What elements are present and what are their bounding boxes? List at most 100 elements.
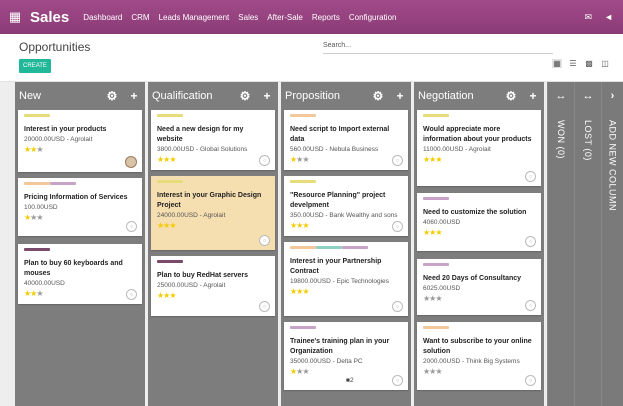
add-card-icon[interactable]: + — [522, 89, 544, 103]
graph-view-icon[interactable]: ▩ — [584, 59, 594, 68]
opportunity-card[interactable]: Plan to buy 60 keyboards and mouses 40000… — [18, 244, 142, 304]
app-title[interactable]: Sales — [30, 9, 69, 26]
priority-stars[interactable]: ★★★ — [423, 294, 535, 303]
folded-column[interactable]: ↔ WON (0) — [547, 82, 574, 406]
folded-column[interactable]: ↔ LOST (0) — [574, 82, 601, 406]
menu-after-sale[interactable]: After-Sale — [267, 13, 303, 22]
star-icon[interactable]: ★ — [302, 155, 309, 164]
menu-reports[interactable]: Reports — [312, 13, 340, 22]
opportunity-card[interactable]: Interest in your products 20000.00USD - A… — [18, 110, 142, 172]
add-column-icon[interactable]: › — [602, 90, 623, 102]
priority-stars[interactable]: ★★★ — [24, 289, 136, 298]
unassigned-avatar-icon: ○ — [525, 375, 536, 386]
star-icon[interactable]: ★ — [302, 367, 309, 376]
opportunity-card[interactable]: Need 20 Days of Consultancy 6025.00USD ★★★… — [417, 259, 541, 315]
opportunity-card[interactable]: "Resource Planning" project develpment 35… — [284, 176, 408, 236]
star-icon[interactable]: ★ — [169, 155, 176, 164]
opportunity-card[interactable]: Plan to buy RedHat servers 25000.00USD - … — [151, 256, 275, 316]
menu-configuration[interactable]: Configuration — [349, 13, 397, 22]
star-icon[interactable]: ★ — [36, 289, 43, 298]
priority-stars[interactable]: ★★★ — [157, 221, 269, 230]
color-tag — [290, 246, 316, 249]
expand-column-icon[interactable]: ↔ — [575, 90, 601, 102]
create-button[interactable]: CREATE — [19, 59, 51, 73]
card-subtitle: 40000.00USD — [24, 280, 65, 287]
gear-icon[interactable]: ⚙ — [500, 89, 522, 103]
star-icon[interactable]: ★ — [169, 221, 176, 230]
unassigned-avatar-icon: ○ — [259, 301, 270, 312]
add-card-icon[interactable]: + — [123, 89, 145, 103]
opportunity-card[interactable]: Need script to Import external data 560.0… — [284, 110, 408, 170]
priority-stars[interactable]: ★★★ — [423, 228, 535, 237]
menu-sales[interactable]: Sales — [238, 13, 258, 22]
mail-icon[interactable]: ✉ — [585, 12, 593, 23]
star-icon[interactable]: ★ — [302, 287, 309, 296]
tag-bar — [157, 260, 269, 271]
card-subtitle: 19800.00USD - Epic Technologies — [290, 278, 389, 285]
star-icon[interactable]: ★ — [302, 221, 309, 230]
unassigned-avatar-icon: ○ — [126, 221, 137, 232]
priority-stars[interactable]: ★★★ — [290, 287, 402, 296]
card-subtitle: 25000.00USD - Agrolait — [157, 282, 226, 289]
gear-icon[interactable]: ⚙ — [367, 89, 389, 103]
opportunity-card[interactable]: Pricing Information of Services 100.00USD… — [18, 178, 142, 236]
card-subtitle: 11000.00USD - Agrolait — [423, 146, 491, 153]
opportunity-card[interactable]: Need to customize the solution 4060.00USD… — [417, 193, 541, 251]
priority-stars[interactable]: ★★★ — [24, 145, 136, 154]
menu-leads-management[interactable]: Leads Management — [159, 13, 230, 22]
column-title[interactable]: Negotiation — [418, 90, 500, 102]
priority-stars[interactable]: ★★★ — [290, 367, 402, 376]
column-title[interactable]: Qualification — [152, 90, 234, 102]
priority-stars[interactable]: ★★★ — [24, 213, 136, 222]
kanban-board: New ⚙ + Interest in your products 20000.00US… — [0, 82, 623, 406]
opportunity-card[interactable]: Would appreciate more information about … — [417, 110, 541, 186]
gear-icon[interactable]: ⚙ — [101, 89, 123, 103]
card-subtitle: 3800.00USD - Global Solutions — [157, 146, 248, 153]
card-title: "Resource Planning" project develpment — [290, 192, 386, 209]
priority-stars[interactable]: ★★★ — [157, 291, 269, 300]
priority-stars[interactable]: ★★★ — [423, 155, 535, 164]
card-title: Want to subscribe to your online solutio… — [423, 338, 532, 355]
speaker-icon[interactable]: ◄ — [604, 12, 613, 23]
message-count: ■2 — [346, 377, 354, 384]
priority-stars[interactable]: ★★★ — [290, 221, 402, 230]
column-title[interactable]: Proposition — [285, 90, 367, 102]
opportunity-card[interactable]: Interest in your Partnership Contract 198… — [284, 242, 408, 316]
folded-column[interactable]: › ADD NEW COLUMN — [601, 82, 623, 406]
opportunity-card[interactable]: Need a new design for my website 3800.00U… — [151, 110, 275, 170]
folded-column-label: ADD NEW COLUMN — [607, 120, 618, 212]
tag-bar — [290, 114, 402, 125]
tag-bar — [24, 182, 136, 193]
star-icon[interactable]: ★ — [435, 294, 442, 303]
card-title: Trainee's training plan in your Organiza… — [290, 338, 390, 355]
expand-column-icon[interactable]: ↔ — [548, 90, 574, 102]
priority-stars[interactable]: ★★★ — [157, 155, 269, 164]
add-card-icon[interactable]: + — [256, 89, 278, 103]
gear-icon[interactable]: ⚙ — [234, 89, 256, 103]
apps-grid-icon[interactable]: ▦ — [0, 9, 30, 25]
column-title[interactable]: New — [19, 90, 101, 102]
star-icon[interactable]: ★ — [435, 228, 442, 237]
card-title: Plan to buy RedHat servers — [157, 272, 249, 279]
priority-stars[interactable]: ★★★ — [423, 367, 535, 376]
pivot-view-icon[interactable]: ◫ — [600, 59, 610, 68]
kanban-view-icon[interactable]: ▦ — [552, 59, 562, 68]
column-header: Negotiation ⚙ + — [414, 82, 544, 110]
opportunity-card[interactable]: Trainee's training plan in your Organiza… — [284, 322, 408, 390]
star-icon[interactable]: ★ — [435, 367, 442, 376]
opportunity-card[interactable]: Interest in your Graphic Design Project 2… — [151, 176, 275, 250]
add-card-icon[interactable]: + — [389, 89, 411, 103]
list-view-icon[interactable]: ☰ — [568, 59, 578, 68]
priority-stars[interactable]: ★★★ — [290, 155, 402, 164]
star-icon[interactable]: ★ — [169, 291, 176, 300]
search-input[interactable]: Search... — [323, 41, 553, 54]
tag-bar — [157, 114, 269, 125]
card-subtitle: 350.00USD - Bank Wealthy and sons — [290, 212, 398, 219]
star-icon[interactable]: ★ — [435, 155, 442, 164]
folded-column-label: LOST (0) — [583, 120, 593, 161]
menu-dashboard[interactable]: Dashboard — [83, 13, 122, 22]
star-icon[interactable]: ★ — [36, 213, 43, 222]
star-icon[interactable]: ★ — [36, 145, 43, 154]
menu-crm[interactable]: CRM — [131, 13, 149, 22]
opportunity-card[interactable]: Want to subscribe to your online solutio… — [417, 322, 541, 390]
